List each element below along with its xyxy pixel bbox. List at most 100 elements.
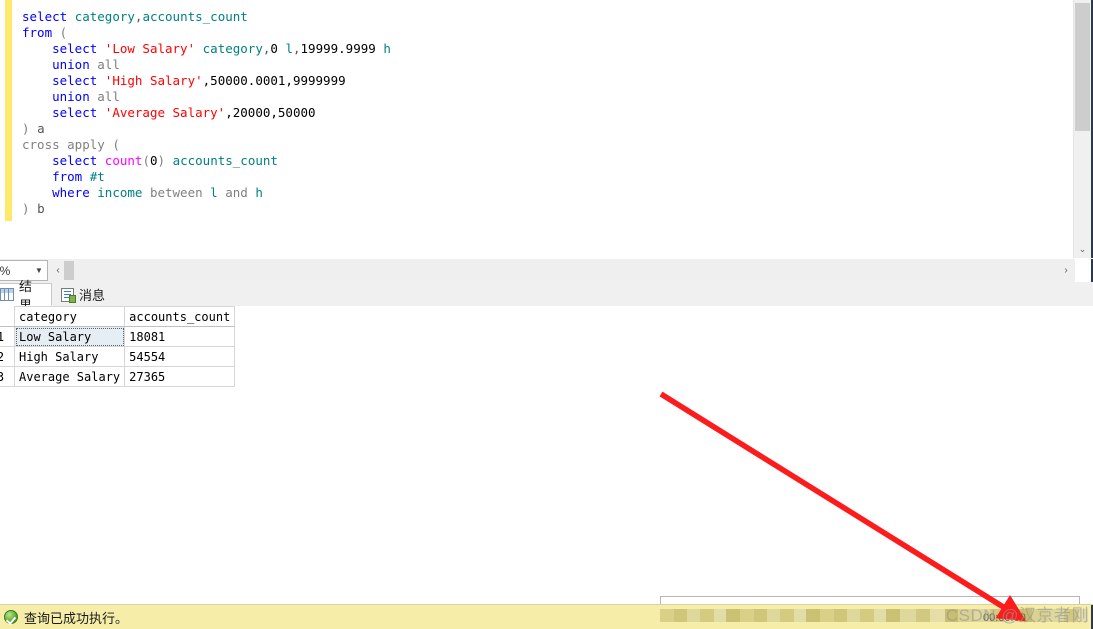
scroll-left-icon[interactable]: ‹	[52, 261, 64, 280]
code-token: from	[22, 25, 60, 40]
code-line-9: cross apply (	[22, 137, 391, 153]
success-check-icon	[4, 610, 18, 624]
code-token: 'High Salary'	[104, 73, 203, 88]
code-token: count	[104, 153, 143, 168]
sql-code-text[interactable]: select category,accounts_count from ( sel…	[22, 9, 391, 217]
code-token: all	[97, 89, 120, 104]
cell-category[interactable]: Low Salary	[13, 326, 126, 347]
code-token: 'Low Salary'	[104, 41, 196, 56]
code-token: h	[255, 185, 263, 200]
grid-icon	[0, 288, 14, 301]
tab-messages[interactable]: 消息	[56, 283, 128, 306]
code-line-13: ) b	[22, 201, 391, 217]
results-tabstrip[interactable]: 结果 消息	[0, 279, 1093, 313]
code-token: and	[225, 185, 256, 200]
message-doc-icon	[61, 287, 76, 303]
code-token: l	[210, 185, 226, 200]
row-number-cell[interactable]: 3	[0, 366, 15, 387]
results-grid-pane[interactable]: category accounts_count 1Low Salary18081…	[0, 306, 1093, 598]
grid-header-accounts-count[interactable]: accounts_count	[124, 306, 236, 327]
code-token: select	[52, 73, 105, 88]
changed-lines-indicator	[5, 0, 12, 221]
code-token: 0	[270, 41, 286, 56]
code-token: (	[59, 25, 68, 40]
code-line-12: where income between l and h	[22, 185, 391, 201]
results-grid[interactable]: category accounts_count 1Low Salary18081…	[0, 306, 236, 387]
table-row[interactable]: 3Average Salary27365	[0, 366, 236, 387]
grid-header-category[interactable]: category	[13, 306, 126, 327]
scroll-right-icon[interactable]: ›	[1059, 261, 1073, 280]
editor-vertical-scrollbar-thumb[interactable]	[1075, 3, 1090, 131]
code-token: select	[52, 153, 105, 168]
code-line-10: select count(0) accounts_count	[22, 153, 391, 169]
code-token: #t	[89, 169, 105, 184]
code-token: ,20000,50000	[225, 105, 316, 120]
row-number-cell[interactable]: 1	[0, 326, 15, 347]
status-message: 查询已成功执行。	[24, 610, 129, 626]
tab-results[interactable]: 结果	[0, 279, 52, 313]
editor-horizontal-scrollbar[interactable]	[64, 260, 1075, 281]
tab-messages-label: 消息	[79, 288, 106, 303]
editor-horizontal-scrollbar-thumb[interactable]	[64, 261, 74, 280]
code-token: 'Average Salary'	[104, 105, 226, 120]
grid-header-row: category accounts_count	[0, 306, 236, 327]
code-token: )	[22, 121, 38, 136]
scroll-down-icon[interactable]: ⌄	[1074, 241, 1091, 258]
code-token: 0	[149, 153, 158, 168]
sql-editor-pane[interactable]: select category,accounts_count from ( sel…	[0, 0, 1093, 258]
code-token: (	[112, 137, 120, 152]
chevron-down-icon[interactable]: ▼	[31, 266, 47, 275]
grid-body: 1Low Salary180812High Salary545543Averag…	[0, 326, 236, 387]
code-token: )	[22, 201, 38, 216]
cell-category[interactable]: Average Salary	[13, 366, 126, 387]
code-token: h	[383, 41, 391, 56]
code-token: union	[52, 57, 98, 72]
code-token: where	[52, 185, 98, 200]
zoom-bar-filler	[1075, 259, 1091, 283]
code-line-7: select 'Average Salary',20000,50000	[22, 105, 391, 121]
code-token: category	[74, 9, 135, 24]
table-row[interactable]: 2High Salary54554	[0, 346, 236, 367]
code-token: ,	[292, 41, 301, 56]
table-row[interactable]: 1Low Salary18081	[0, 326, 236, 347]
code-line-8: ) a	[22, 121, 391, 137]
code-token: accounts_count	[172, 153, 278, 168]
editor-zoom-and-hscroll-bar[interactable]: 00 % ▼ ‹ ›	[0, 258, 1093, 283]
code-token: ,50000.0001,9999999	[202, 73, 346, 88]
cell-accounts-count[interactable]: 18081	[124, 326, 236, 347]
row-number-cell[interactable]: 2	[0, 346, 15, 367]
cell-accounts-count[interactable]: 54554	[124, 346, 236, 367]
code-line-5: select 'High Salary',50000.0001,9999999	[22, 73, 391, 89]
code-line-4: union all	[22, 57, 391, 73]
code-token: cross apply	[22, 137, 113, 152]
csdn-watermark: CSDN @汉京者刚	[945, 606, 1089, 625]
code-token: all	[97, 57, 120, 72]
grid-header-rownum[interactable]	[0, 306, 15, 327]
code-token: union	[52, 89, 98, 104]
cell-accounts-count[interactable]: 27365	[124, 366, 236, 387]
code-line-2: from (	[22, 25, 391, 41]
code-token: select	[52, 41, 105, 56]
code-token: category	[202, 41, 263, 56]
redacted-region-left	[660, 609, 900, 622]
code-token: select	[52, 105, 105, 120]
code-token: income	[97, 185, 150, 200]
code-line-3: select 'Low Salary' category,0 l,19999.9…	[22, 41, 391, 57]
cell-category[interactable]: High Salary	[13, 346, 126, 367]
code-line-6: union all	[22, 89, 391, 105]
code-token: 19999.9999	[300, 41, 384, 56]
editor-vertical-scrollbar[interactable]: ⌄	[1073, 0, 1091, 258]
code-token: )	[157, 153, 173, 168]
code-line-11: from #t	[22, 169, 391, 185]
code-line-1: select category,accounts_count	[22, 9, 391, 25]
code-token: b	[37, 201, 45, 216]
